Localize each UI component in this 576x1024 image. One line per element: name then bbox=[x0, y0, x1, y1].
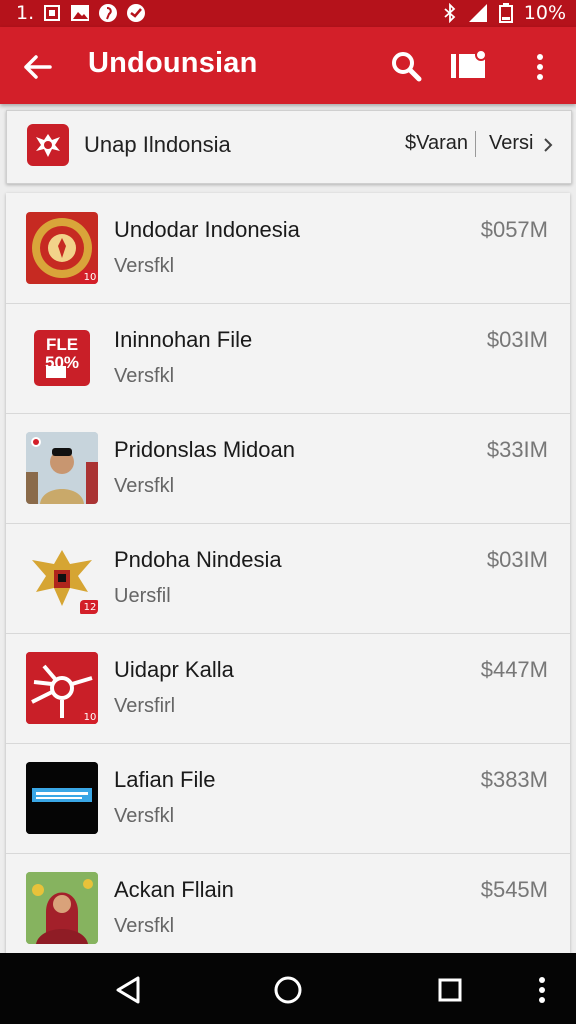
item-subtitle: Versfkl bbox=[114, 805, 175, 827]
navigation-bar bbox=[0, 953, 576, 1024]
sun-symbol-thumbnail: 10 bbox=[26, 652, 98, 724]
item-title: Pridonslas Midoan bbox=[114, 437, 295, 462]
item-size: $33IM bbox=[486, 437, 548, 462]
item-subtitle: Versfkl bbox=[114, 475, 175, 497]
item-size: $03IM bbox=[486, 547, 548, 572]
item-title: Uidapr Kalla bbox=[114, 657, 234, 682]
thumb-text-line1: FLE bbox=[45, 335, 79, 354]
item-size: $03IM bbox=[486, 327, 548, 352]
filter-option-versi[interactable]: Versi bbox=[489, 132, 533, 155]
chevron-right-icon[interactable] bbox=[541, 133, 557, 157]
pinterest-icon bbox=[98, 3, 118, 23]
list-item[interactable]: Ackan Fllain Versfkl $545M bbox=[6, 853, 570, 953]
back-arrow-icon[interactable] bbox=[20, 49, 56, 85]
item-subtitle: Versfkl bbox=[114, 255, 175, 277]
status-bar: 1. 10% bbox=[0, 0, 576, 27]
item-subtitle: Versfirl bbox=[114, 695, 176, 717]
status-time: 1. bbox=[16, 2, 35, 24]
list-item[interactable]: 12 Pndoha Nindesia Uersfil $03IM bbox=[6, 523, 570, 634]
item-size: $447M bbox=[480, 657, 548, 682]
file-list: 10 Undodar Indonesia Versfkl $057M FLE 5… bbox=[6, 193, 570, 953]
status-left: 1. bbox=[16, 2, 146, 24]
item-badge: 10 bbox=[80, 270, 98, 284]
sim-icon bbox=[42, 3, 62, 23]
item-title: Undodar Indonesia bbox=[114, 217, 300, 242]
page-title: Undounsian bbox=[88, 47, 258, 79]
app-bar: Undounsian bbox=[0, 27, 576, 104]
list-item[interactable]: Lafian File Versfkl $383M bbox=[6, 743, 570, 854]
bluetooth-icon bbox=[440, 3, 460, 23]
back-triangle-icon[interactable] bbox=[108, 970, 148, 1010]
item-title: Lafian File bbox=[114, 767, 216, 792]
more-vert-icon[interactable] bbox=[525, 49, 555, 85]
item-subtitle: Uersfil bbox=[114, 585, 171, 607]
woman-photo-thumbnail bbox=[26, 872, 98, 944]
battery-percent: 10% bbox=[523, 2, 566, 24]
item-subtitle: Versfkl bbox=[114, 365, 175, 387]
home-circle-icon[interactable] bbox=[268, 970, 308, 1010]
dark-banner-thumbnail bbox=[26, 762, 98, 834]
battery-icon bbox=[496, 3, 516, 23]
recents-square-icon[interactable] bbox=[430, 970, 470, 1010]
list-item[interactable]: Pridonslas Midoan Versfkl $33IM bbox=[6, 413, 570, 524]
item-subtitle: Versfkl bbox=[114, 915, 175, 937]
image-icon bbox=[70, 3, 90, 23]
file-sale-thumbnail: FLE 50% bbox=[26, 322, 98, 394]
garuda-emblem-thumbnail: 12 bbox=[26, 542, 98, 614]
more-dots-icon[interactable] bbox=[522, 970, 562, 1010]
item-size: $057M bbox=[480, 217, 548, 242]
filter-bar: Unap Ilndonsia $Varan Versi bbox=[6, 110, 572, 184]
item-title: Ininnohan File bbox=[114, 327, 253, 352]
item-badge: 10 bbox=[80, 710, 98, 724]
item-title: Ackan Fllain bbox=[114, 877, 234, 902]
filter-option-varan[interactable]: $Varan bbox=[405, 132, 468, 155]
list-item[interactable]: 10 Uidapr Kalla Versfirl $447M bbox=[6, 633, 570, 744]
thumb-text: FLE 50% bbox=[26, 336, 98, 372]
item-size: $545M bbox=[480, 877, 548, 902]
signal-icon bbox=[468, 3, 488, 23]
item-badge: 12 bbox=[80, 600, 98, 614]
item-title: Pndoha Nindesia bbox=[114, 547, 282, 572]
divider bbox=[475, 131, 476, 157]
filter-label: Unap Ilndonsia bbox=[84, 132, 231, 157]
search-icon[interactable] bbox=[388, 48, 424, 84]
item-size: $383M bbox=[480, 767, 548, 792]
emblem-seal-thumbnail: 10 bbox=[26, 212, 98, 284]
garuda-logo-icon bbox=[27, 124, 69, 166]
list-item[interactable]: FLE 50% Ininnohan File Versfkl $03IM bbox=[6, 303, 570, 414]
man-photo-thumbnail bbox=[26, 432, 98, 504]
list-item[interactable]: 10 Undodar Indonesia Versfkl $057M bbox=[6, 193, 570, 304]
vpn-icon bbox=[126, 3, 146, 23]
thumb-text-line2: 50% bbox=[44, 353, 80, 372]
tag-icon[interactable] bbox=[448, 49, 490, 83]
status-right: 10% bbox=[440, 2, 566, 24]
